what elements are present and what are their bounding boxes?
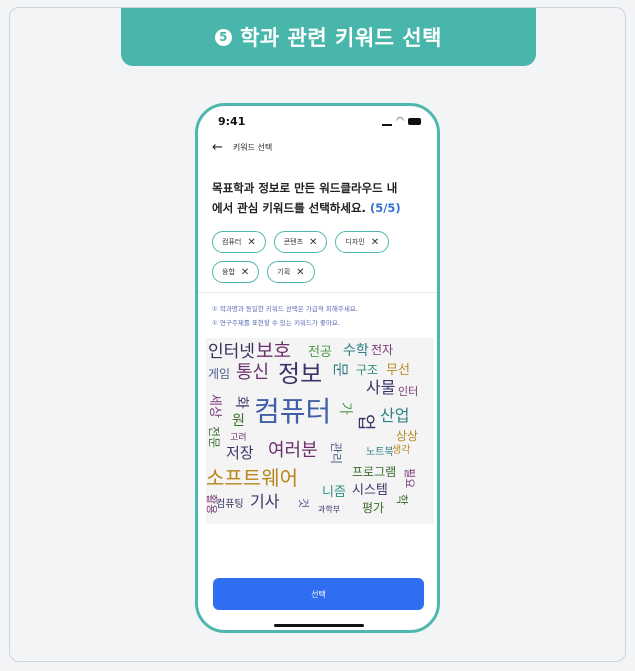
cloud-word[interactable]: 원 — [232, 414, 245, 428]
remove-icon[interactable]: ✕ — [247, 237, 255, 248]
cloud-word[interactable]: 기사 — [250, 494, 279, 510]
cloud-word[interactable]: 니즘 — [322, 486, 346, 499]
cloud-word[interactable]: 관리 — [329, 442, 343, 464]
cloud-word[interactable]: 활용 — [205, 494, 218, 514]
selected-keywords: 컴퓨터 ✕ 콘텐츠 ✕ 디자인 ✕ 융합 ✕ 기획 ✕ — [212, 231, 427, 283]
keyword-chip[interactable]: 디자인 ✕ — [335, 231, 390, 253]
cloud-word[interactable]: 세상 — [207, 394, 222, 418]
cloud-word[interactable]: 필요 — [403, 468, 416, 488]
nav-title: 키워드 선택 — [232, 143, 273, 152]
cloud-word[interactable]: 인터 — [398, 386, 418, 397]
question-line1: 목표학과 정보로 만든 워드클라우드 내 — [212, 181, 398, 195]
cloud-word[interactable]: 전공 — [308, 346, 332, 359]
cloud-word[interactable]: 사물 — [366, 380, 395, 396]
cloud-word[interactable]: 생각 — [392, 446, 410, 456]
cloud-word[interactable]: 전자 — [371, 344, 393, 356]
cloud-word[interactable]: 컴퓨팅 — [216, 500, 244, 510]
guide-notes: ① 학과명과 동일한 키워드 선택은 가급적 피해주세요. ① 연구주제를 표현… — [212, 302, 358, 330]
home-indicator — [274, 624, 364, 627]
cloud-word[interactable]: 고려 — [230, 434, 247, 443]
status-time: 9:41 — [218, 115, 246, 128]
cloud-word[interactable]: 보호 — [256, 342, 291, 361]
keyword-chip[interactable]: 기획 ✕ — [267, 261, 315, 283]
select-button[interactable]: 선택 — [213, 578, 424, 610]
signal-icon — [382, 117, 393, 126]
cloud-word[interactable]: 여러분 — [268, 442, 318, 460]
cloud-word[interactable]: 노트북 — [366, 448, 394, 458]
cloud-word[interactable]: 가 — [337, 402, 353, 415]
status-icons: ◠ — [382, 116, 421, 126]
guide-note: ① 학과명과 동일한 키워드 선택은 가급적 피해주세요. — [212, 305, 358, 313]
cloud-word[interactable]: 과학부 — [318, 506, 340, 514]
keyword-chip[interactable]: 융합 ✕ — [212, 261, 260, 283]
nav-bar: ← 키워드 선택 — [212, 140, 272, 155]
cloud-word[interactable]: 게임 — [208, 368, 230, 380]
step-number-badge: 5 — [215, 28, 233, 46]
battery-icon — [408, 117, 421, 125]
back-arrow-icon[interactable]: ← — [212, 140, 223, 155]
word-cloud: 인터넷 보호 전공 수학 전자게임 통신 정보 문 구조 무선사물 인터세상 화 원 컴퓨터 가 산업 업전문 고… — [205, 338, 434, 524]
guide-note: ① 연구주제를 표현할 수 있는 키워드가 좋아요. — [212, 319, 340, 327]
cloud-word[interactable]: 화 — [233, 396, 249, 409]
keyword-chip[interactable]: 콘텐츠 ✕ — [273, 231, 328, 253]
remove-icon[interactable]: ✕ — [371, 237, 379, 248]
cloud-word[interactable]: 상상 — [396, 430, 418, 442]
step-title: 학과 관련 키워드 선택 — [240, 26, 442, 50]
cloud-word[interactable]: 전문 — [207, 426, 221, 448]
divider — [198, 292, 437, 293]
remove-icon[interactable]: ✕ — [241, 267, 249, 278]
cloud-word[interactable]: 산업 — [380, 408, 409, 424]
cloud-word[interactable]: 시스템 — [352, 484, 388, 497]
cloud-word[interactable]: 통신 — [236, 364, 269, 382]
step-banner: 5 학과 관련 키워드 선택 — [121, 8, 536, 66]
cloud-word[interactable]: 학 — [395, 494, 409, 505]
cloud-word[interactable]: 수학 — [343, 344, 369, 358]
cloud-word[interactable]: 저장 — [226, 446, 254, 461]
question-text: 목표학과 정보로 만든 워드클라우드 내 에서 관심 키워드를 선택하세요. (… — [212, 178, 427, 218]
keyword-chip[interactable]: 컴퓨터 ✕ — [212, 231, 266, 253]
remove-icon[interactable]: ✕ — [296, 267, 304, 278]
cloud-word[interactable]: 정보 — [278, 362, 322, 386]
cloud-word[interactable]: 업 — [355, 414, 376, 431]
cloud-word[interactable]: 무선 — [386, 364, 410, 377]
cloud-word[interactable]: 컴퓨터 — [254, 398, 331, 426]
phone-frame: 9:41 ◠ ← 키워드 선택 목표학과 정보로 만든 워드클라우드 내 에서 … — [195, 103, 440, 633]
cloud-word[interactable]: 구조 — [356, 364, 378, 376]
remove-icon[interactable]: ✕ — [309, 237, 317, 248]
cloud-word[interactable]: 인터넷 — [208, 344, 255, 361]
cloud-word[interactable]: 것 — [297, 498, 310, 508]
cloud-word[interactable]: 프로그램 — [352, 466, 396, 478]
question-line2: 에서 관심 키워드를 선택하세요. — [212, 201, 366, 215]
selection-count: (5/5) — [369, 201, 401, 215]
wifi-icon: ◠ — [396, 116, 404, 126]
cloud-word[interactable]: 문 — [331, 362, 350, 377]
cloud-word[interactable]: 소프트웨어 — [206, 468, 298, 488]
cloud-word[interactable]: 평가 — [362, 502, 384, 514]
